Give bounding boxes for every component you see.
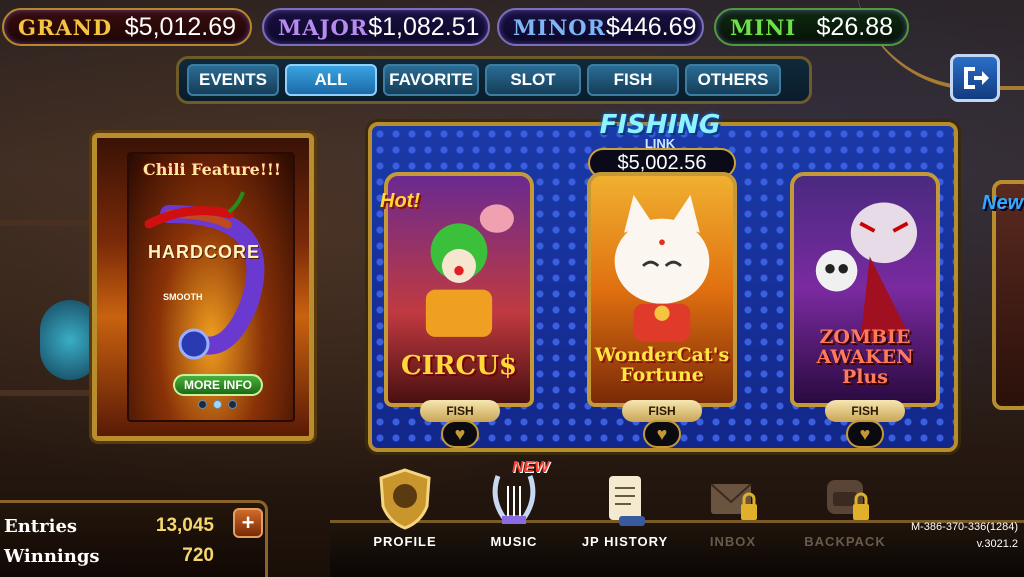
app-version: v.3021.2 [976,538,1018,550]
more-info-button[interactable]: MORE INFO [173,374,263,396]
nav-label: JP HISTORY [581,534,669,549]
scroll-icon [597,468,653,530]
nav-label: INBOX [709,534,757,549]
game-tile-zombie-awaken[interactable]: ZOMBIE AWAKEN Plus [790,172,940,407]
tab-fish[interactable]: FISH [587,64,679,96]
game-tile-wondercat[interactable]: WonderCat's Fortune [587,172,737,407]
game-category-tag: FISH [420,400,500,422]
account-id: M-386-370-336(1284) [910,521,1018,533]
potion-jar-decoration [40,300,100,380]
carousel-dots [198,400,237,409]
shelf [0,220,95,226]
entries-value: 13,045 [155,515,214,536]
nav-backpack[interactable]: BACKPACK [800,468,890,549]
carousel-dot[interactable] [228,400,237,409]
add-entries-button[interactable]: + [233,508,263,538]
tab-slot[interactable]: SLOT [485,64,581,96]
winnings-value: 720 [182,545,214,566]
game-name: WonderCat's Fortune [594,344,730,386]
jackpot-minor-value: $446.69 [606,12,697,41]
nav-label: MUSIC [490,534,538,549]
game-lobby: GRAND $5,012.69 MAJOR $1,082.51 MINOR $4… [0,0,1024,577]
promo-title: Chili Feature!!! [143,160,281,179]
jackpot-major: MAJOR $1,082.51 [262,8,490,46]
game-name: ZOMBIE AWAKEN Plus [816,326,914,388]
favorite-heart-icon[interactable]: ♥ [643,420,681,448]
jackpot-mini: MINI $26.88 [714,8,909,46]
jackpot-minor: MINOR $446.69 [497,8,704,46]
profile-shield-icon [377,468,433,530]
tab-all[interactable]: ALL [285,64,377,96]
promo-level-high: HARDCORE [148,242,261,262]
lyre-icon [486,468,542,530]
game-name: CIRCU$ [401,351,517,381]
category-tabs: EVENTS ALL FAVORITE SLOT FISH OTHERS [176,56,812,104]
exit-button[interactable] [950,54,1000,102]
winnings-label: Winnings [4,545,100,567]
favorite-heart-icon[interactable]: ♥ [846,420,884,448]
jackpot-major-value: $1,082.51 [368,12,480,41]
nav-profile[interactable]: PROFILE [360,468,450,549]
hot-badge: Hot! [380,190,420,212]
nav-inbox[interactable]: INBOX [688,468,778,549]
envelope-icon [705,468,761,530]
jackpot-major-label: MAJOR [278,14,369,40]
carousel-dot-active[interactable] [213,400,222,409]
game-category-tag: FISH [825,400,905,422]
nav-label: BACKPACK [804,534,886,549]
nav-jp-history[interactable]: JP HISTORY [580,468,670,549]
tab-favorite[interactable]: FAVORITE [383,64,479,96]
entries-row: Entries 13,045 [4,513,214,539]
promo-level-low: SMOOTH [163,292,203,302]
game-category-tag: FISH [622,400,702,422]
nav-label: PROFILE [373,534,437,549]
jackpot-mini-value: $26.88 [816,12,893,41]
jackpot-grand-label: GRAND [18,14,113,40]
jackpot-grand: GRAND $5,012.69 [2,8,252,46]
jackpot-mini-label: MINI [730,14,797,40]
shelf [0,390,95,396]
jackpot-minor-label: MINOR [513,14,607,40]
exit-icon [964,67,989,89]
tab-others[interactable]: OTHERS [685,64,781,96]
favorite-heart-icon[interactable]: ♥ [441,420,479,448]
nav-music[interactable]: MUSIC [469,468,559,549]
entries-label: Entries [4,515,78,537]
backpack-icon [817,468,873,530]
tab-events[interactable]: EVENTS [187,64,279,96]
winnings-row: Winnings 720 [4,543,214,569]
new-badge: New [982,192,1024,214]
player-stats: Entries 13,045 Winnings 720 [0,500,268,577]
carousel-dot[interactable] [198,400,207,409]
jackpot-grand-value: $5,012.69 [124,12,236,41]
